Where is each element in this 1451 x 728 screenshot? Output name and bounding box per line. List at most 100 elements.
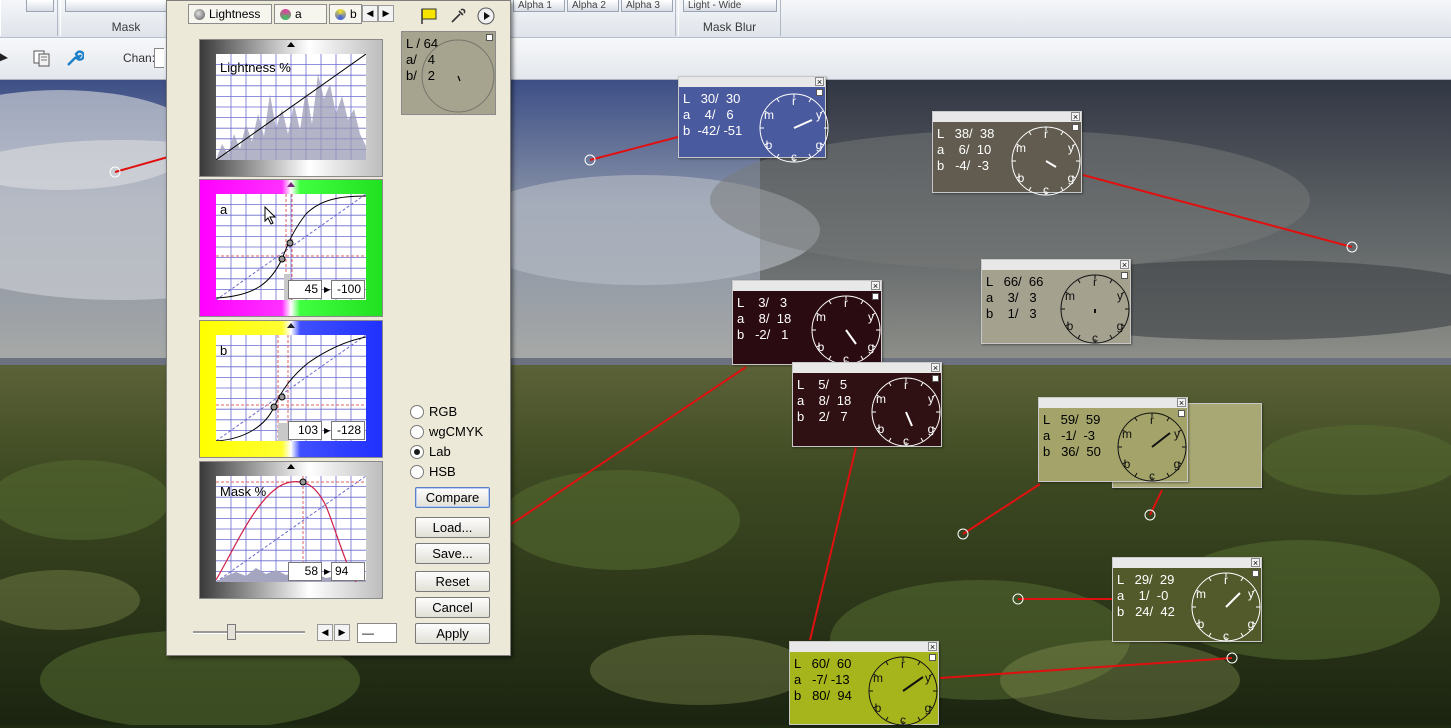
flag-icon[interactable] — [419, 7, 439, 25]
mask-output-value[interactable]: 94 — [331, 562, 365, 581]
dial-label-g: g — [925, 701, 932, 715]
reset-button[interactable]: Reset — [415, 571, 490, 592]
compare-button[interactable]: Compare — [415, 487, 490, 508]
dial-tick — [1166, 417, 1170, 422]
dial-label-b: b — [766, 138, 773, 152]
dial-tick — [776, 153, 780, 158]
readout-l-row: L 66/ 66 — [986, 274, 1044, 289]
readout-title-bar[interactable]: × — [733, 281, 881, 291]
readout-title-bar[interactable]: × — [793, 363, 941, 373]
dial-tick — [1208, 577, 1212, 582]
dial-hand — [793, 119, 813, 129]
zoom-slider[interactable] — [187, 623, 310, 641]
wrench-icon[interactable] — [64, 48, 84, 68]
dial-label-c: c — [1149, 469, 1155, 483]
readout-title-bar[interactable]: × — [790, 642, 938, 652]
b-curve-panel[interactable]: b 103 ▶ -128 — [199, 320, 383, 458]
sample-readout-window[interactable]: × L 3/ 3a 8/ 18 b -2/ 1rygcbm — [732, 280, 882, 366]
dial-label-c: c — [1092, 331, 1098, 345]
dial-tick — [1060, 131, 1064, 136]
b-input-value[interactable]: 103 — [288, 421, 322, 440]
copy-icon[interactable] — [32, 48, 52, 68]
sample-readout-window[interactable]: × L 38/ 38 a 6/ 10 b -4/ -3 r y g c b m — [932, 111, 1082, 197]
dial-label-b: b — [818, 340, 825, 354]
readout-title-bar[interactable]: × — [679, 77, 825, 87]
a-value-arrow-icon: ▶ — [324, 285, 331, 294]
dial-label-g: g — [868, 340, 875, 354]
sample-readout-window[interactable]: × L 30/ 30 a 4/ 6b -42/ -51 r y g c b m — [678, 76, 829, 164]
close-icon[interactable]: × — [871, 281, 880, 291]
lightness-dot-icon — [194, 9, 205, 20]
color-dial-icon: rygcbm — [1060, 274, 1130, 345]
tab-a[interactable]: a — [274, 4, 327, 24]
slider-right-button[interactable]: ▶ — [334, 624, 350, 641]
sample-readout-window[interactable]: × L 5/ 5a 8/ 18 b 2/ 7 r y g c b m — [792, 362, 942, 448]
dial-label-m: m — [1016, 141, 1026, 155]
menu-play-icon[interactable] — [477, 7, 495, 25]
sample-readout-window[interactable]: × L 59/ 59 a -1/ -3 b 36/ 50 r y g c b m — [1038, 397, 1188, 483]
readout-title-bar[interactable]: × — [982, 260, 1130, 270]
b-value-arrow-icon: ▶ — [324, 426, 331, 435]
color-dial-icon: rygcbm — [811, 295, 881, 366]
alpha-2-button[interactable]: Alpha 2 — [567, 0, 619, 12]
close-icon[interactable]: × — [1251, 558, 1260, 568]
tab-scroll-right-button[interactable]: ▶ — [378, 5, 394, 22]
dial-label-y: y — [1174, 427, 1180, 441]
close-icon[interactable]: × — [931, 363, 940, 373]
readout-b-row: b -42/ -51 — [683, 123, 743, 138]
mask-input-value[interactable]: 58 — [288, 562, 322, 581]
tab-b[interactable]: b — [329, 4, 362, 24]
sample-menu-button[interactable] — [486, 34, 493, 41]
dial-label-y: y — [1248, 587, 1254, 601]
alpha-3-button[interactable]: Alpha 3 — [621, 0, 673, 12]
readout-title-bar[interactable]: × — [933, 112, 1081, 122]
close-icon[interactable]: × — [815, 77, 824, 87]
close-icon[interactable]: × — [1071, 112, 1080, 122]
channel-label: Chan: — [123, 51, 156, 65]
dial-tick — [920, 437, 924, 442]
slider-left-button[interactable]: ◀ — [317, 624, 333, 641]
close-icon[interactable]: × — [1120, 260, 1129, 270]
tab-scroll-left-button[interactable]: ◀ — [362, 5, 378, 22]
load-button[interactable]: Load... — [415, 517, 490, 538]
light-wide-button[interactable]: Light - Wide — [683, 0, 777, 12]
readout-title-bar[interactable]: × — [1039, 398, 1187, 408]
tab-lightness[interactable]: Lightness — [188, 4, 272, 24]
dial-label-g: g — [1068, 171, 1075, 185]
dial-tick — [808, 153, 812, 158]
dial-tick — [828, 300, 832, 305]
readout-l-row: L 30/ 30 — [683, 91, 741, 106]
alpha-1-button[interactable]: Alpha 1 — [513, 0, 565, 12]
close-icon[interactable]: × — [1177, 398, 1186, 408]
color-dial-icon: rygcbm — [759, 93, 829, 164]
sample-readout-window[interactable]: × L 66/ 66 a 3/ 3b 1/ 3 r y g c b m — [981, 259, 1131, 345]
a-input-value[interactable]: 45 — [288, 280, 322, 299]
eyedropper-icon[interactable] — [449, 7, 467, 25]
ribbon-tool-button[interactable] — [26, 0, 54, 12]
color-dial-icon: rygcbm — [1117, 412, 1187, 483]
a-curve-panel[interactable]: a 45 ▶ -100 — [199, 179, 383, 317]
lightness-curve-panel[interactable]: Lightness % — [199, 39, 383, 177]
pin-icon[interactable] — [0, 48, 16, 68]
zoom-value-field[interactable]: — — [357, 623, 397, 643]
mask-curve-panel[interactable]: Mask % 58 ▶ 94 — [199, 461, 383, 599]
b-output-value[interactable]: -128 — [331, 421, 365, 440]
sample-readout-window[interactable]: × L 60/ 60 a -7/ -13 b 80/ 94 r y g c b m — [789, 641, 939, 727]
dial-label-y: y — [816, 108, 822, 122]
b-panel-label: b — [220, 343, 228, 358]
cancel-button[interactable]: Cancel — [415, 597, 490, 618]
radio-circle-icon — [410, 405, 424, 419]
save-button[interactable]: Save... — [415, 543, 490, 564]
readout-b-row: b 24/ 42 — [1117, 604, 1175, 619]
readout-b-row: b 36/ 50 — [1043, 444, 1101, 459]
close-icon[interactable]: × — [928, 642, 937, 652]
apply-button[interactable]: Apply — [415, 623, 490, 644]
sample-readout-window[interactable]: × L 29/ 29 a 1/ -0 b 24/ 42 r y g c b m — [1112, 557, 1262, 643]
channel-select[interactable] — [154, 48, 164, 68]
slider-thumb[interactable] — [227, 624, 236, 640]
dial-tick — [1109, 279, 1113, 284]
a-output-value[interactable]: -100 — [331, 280, 365, 299]
dial-tick — [828, 355, 832, 360]
readout-title-bar[interactable]: × — [1113, 558, 1261, 568]
panel-marker-icon — [287, 42, 295, 47]
